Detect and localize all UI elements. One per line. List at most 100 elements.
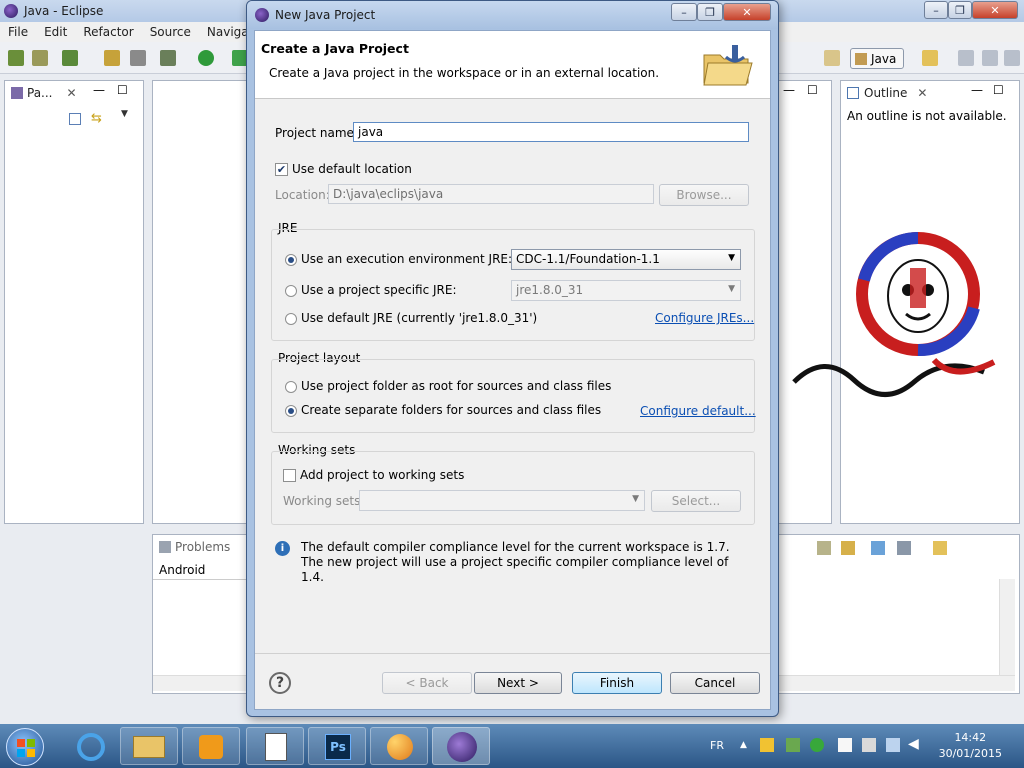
menu-file[interactable]: File [0,25,36,39]
photoshop-icon: Ps [325,734,351,760]
problems-tab[interactable]: Problems [153,535,230,559]
properties-icon[interactable] [1004,50,1020,66]
outline-tab[interactable]: Outline ✕ [841,81,927,105]
separate-folders-radio[interactable] [285,405,297,417]
vertical-scrollbar[interactable] [999,579,1015,675]
project-specific-jre-label: Use a project specific JRE: [301,283,457,297]
language-indicator[interactable]: FR [710,739,724,752]
add-to-working-sets-label: Add project to working sets [300,468,465,482]
browse-button[interactable]: Browse... [659,184,749,206]
configure-jres-link[interactable]: Configure JREs... [655,311,754,325]
outline-tab-label: Outline [864,86,908,100]
maximize-outline-icon[interactable]: ☐ [993,83,1004,97]
print-icon[interactable] [982,50,998,66]
show-hidden-icons-icon[interactable]: ▲ [740,740,747,750]
system-clock[interactable]: 14:42 30/01/2015 [939,730,1002,762]
torrent-tray-icon[interactable] [810,738,824,752]
link-with-editor-icon[interactable]: ⇆ [91,111,102,126]
media-player-icon [199,735,223,759]
select-working-sets-button[interactable]: Select... [651,490,741,512]
problems-toolbar-icon-4[interactable] [897,541,911,555]
problems-row[interactable]: Android [159,563,205,577]
execution-env-select[interactable]: CDC-1.1/Foundation-1.1 ▼ [511,249,741,270]
project-name-label: Project name: [275,126,358,140]
network-icon[interactable] [886,738,900,752]
dropdown-arrow-icon: ▼ [728,253,735,263]
finish-button[interactable]: Finish [572,672,662,694]
next-button[interactable]: Next > [474,672,562,694]
document-taskbar-button[interactable] [246,727,304,765]
minimize-outline-icon[interactable]: — [971,83,983,97]
working-sets-select[interactable]: ▼ [359,490,645,511]
maximize-editor-icon[interactable]: ☐ [807,83,818,97]
project-folder-root-radio[interactable] [285,381,297,393]
tray-icon-3[interactable] [862,738,876,752]
package-explorer-tab[interactable]: Pa... ✕ [5,81,77,105]
new-class-icon[interactable] [104,50,120,66]
new-icon[interactable] [8,50,24,66]
internet-explorer-taskbar-button[interactable] [62,727,120,765]
use-default-location-checkbox[interactable]: ✔ [275,163,288,176]
dropdown-arrow-icon: ▼ [728,284,735,294]
save-icon[interactable] [32,50,48,66]
close-outline-icon[interactable]: ✕ [917,86,927,100]
working-sets-label: Working sets: [283,494,365,508]
help-icon[interactable]: ? [269,672,291,694]
watermark-logo [792,232,996,397]
start-button[interactable] [6,728,44,766]
debug-icon[interactable] [160,50,176,66]
tray-icon-1[interactable] [760,738,774,752]
eclipse-taskbar-button[interactable] [432,727,490,765]
menu-source[interactable]: Source [142,25,199,39]
package-explorer-panel: Pa... ✕ — ☐ ⇆ ▼ [4,80,144,524]
cancel-button[interactable]: Cancel [670,672,760,694]
configure-default-link[interactable]: Configure default... [640,404,756,418]
media-player-taskbar-button[interactable] [182,727,240,765]
photoshop-taskbar-button[interactable]: Ps [308,727,366,765]
flag-tray-icon[interactable] [838,738,852,752]
problems-toolbar-icon-5[interactable] [933,541,947,555]
dialog-title: New Java Project [275,8,376,22]
project-name-input[interactable]: java [353,122,749,142]
add-to-working-sets-checkbox[interactable] [283,469,296,482]
back-button[interactable]: < Back [382,672,472,694]
task-icon[interactable] [62,50,78,66]
problems-toolbar-icon-3[interactable] [871,541,885,555]
execution-env-radio[interactable] [285,254,297,266]
location-input[interactable]: D:\java\eclips\java [328,184,654,204]
new-file-icon[interactable] [922,50,938,66]
java-perspective-button[interactable]: Java [850,48,904,69]
close-tab-icon[interactable]: ✕ [67,86,77,100]
project-specific-jre-select[interactable]: jre1.8.0_31 ▼ [511,280,741,301]
minimize-view-icon[interactable]: — [93,83,105,97]
tray-icon-2[interactable] [786,738,800,752]
project-specific-jre-radio[interactable] [285,285,297,297]
close-button[interactable]: ✕ [972,1,1018,19]
run-icon[interactable] [198,50,214,66]
execution-env-value: CDC-1.1/Foundation-1.1 [516,252,660,266]
button-bar-divider [255,653,770,654]
collapse-all-icon[interactable] [69,113,81,125]
dialog-minimize-button[interactable]: – [671,3,697,21]
project-specific-jre-value: jre1.8.0_31 [516,283,584,297]
default-jre-radio[interactable] [285,313,297,325]
dialog-close-button[interactable]: ✕ [723,3,771,21]
skip-breakpoints-icon[interactable] [130,50,146,66]
minimize-editor-icon[interactable]: — [783,83,795,97]
problems-toolbar-icon-1[interactable] [817,541,831,555]
save-all-icon[interactable] [958,50,974,66]
package-explorer-label: Pa... [27,86,53,100]
project-folder-root-label: Use project folder as root for sources a… [301,379,612,393]
maximize-button[interactable]: ❐ [948,1,972,19]
maximize-view-icon[interactable]: ☐ [117,83,128,97]
explorer-taskbar-button[interactable] [120,727,178,765]
minimize-button[interactable]: – [924,1,948,19]
volume-icon[interactable]: ◀ [908,736,919,752]
dialog-maximize-button[interactable]: ❐ [697,3,723,21]
menu-refactor[interactable]: Refactor [75,25,141,39]
menu-edit[interactable]: Edit [36,25,75,39]
open-perspective-icon[interactable] [824,50,840,66]
view-menu-icon[interactable]: ▼ [121,109,128,119]
problems-toolbar-icon-2[interactable] [841,541,855,555]
paint-taskbar-button[interactable] [370,727,428,765]
